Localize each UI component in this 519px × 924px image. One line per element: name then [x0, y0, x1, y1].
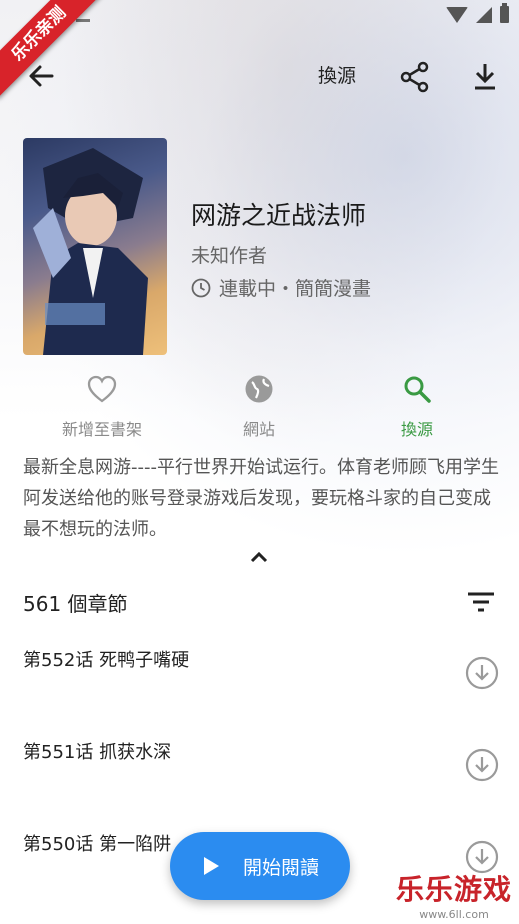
cover-image [23, 138, 167, 355]
share-button[interactable] [396, 58, 434, 96]
chapter-title: 第552话 死鸭子嘴硬 [23, 650, 190, 671]
website-button[interactable]: 網站 [199, 374, 319, 440]
signal-icon [476, 6, 492, 23]
collapse-description-button[interactable] [246, 546, 272, 568]
book-description: 最新全息网游----平行世界开始试运行。体育老师顾飞用学生阿发送给他的账号登录游… [23, 457, 499, 540]
download-circle-icon [465, 748, 499, 782]
chevron-up-icon [250, 551, 268, 563]
start-reading-label: 開始閱讀 [242, 856, 319, 879]
change-source-button[interactable]: 換源 [318, 60, 356, 92]
chapter-download-button[interactable] [465, 656, 499, 690]
sort-chapters-button[interactable] [466, 589, 496, 615]
sort-icon [468, 592, 494, 612]
heart-outline-icon [87, 375, 117, 403]
chapter-count: 561 個章節 [23, 592, 128, 616]
website-label: 網站 [242, 420, 275, 439]
action-row: 新增至書架 網站 換源 [0, 374, 519, 444]
start-reading-button[interactable]: 開始閱讀 [170, 832, 350, 900]
book-author: 未知作者 [191, 245, 268, 267]
chapter-title: 第550话 第一陷阱 [23, 834, 172, 855]
chapter-download-button[interactable] [465, 748, 499, 782]
book-status-text: 連載中・簡簡漫畫 [219, 278, 372, 300]
add-to-shelf-label: 新增至書架 [61, 420, 142, 439]
battery-icon [500, 3, 509, 23]
download-circle-icon [465, 656, 499, 690]
change-source-label: 換源 [400, 420, 433, 439]
watermark-url: www.6ll.com [419, 908, 489, 921]
add-to-shelf-button[interactable]: 新增至書架 [42, 374, 162, 440]
change-source-action-button[interactable]: 換源 [357, 374, 477, 440]
download-button[interactable] [466, 58, 504, 96]
download-icon [475, 64, 495, 90]
watermark-logo: 乐乐游戏 www.6ll.com [395, 868, 513, 921]
chapter-title: 第551话 抓获水深 [23, 742, 172, 763]
search-icon [404, 376, 431, 403]
book-status: 連載中・簡簡漫畫 [191, 274, 371, 301]
watermark-text: 乐乐游戏 [395, 873, 512, 906]
play-icon [203, 857, 219, 875]
clock-icon [191, 278, 211, 297]
book-title: 网游之近战法师 [191, 201, 367, 230]
chapter-row[interactable]: 第551话 抓获水深 [0, 722, 519, 814]
chapter-row[interactable]: 第552话 死鸭子嘴硬 [0, 630, 519, 722]
wifi-icon [446, 6, 468, 23]
globe-icon [245, 375, 273, 403]
share-icon [400, 61, 429, 93]
